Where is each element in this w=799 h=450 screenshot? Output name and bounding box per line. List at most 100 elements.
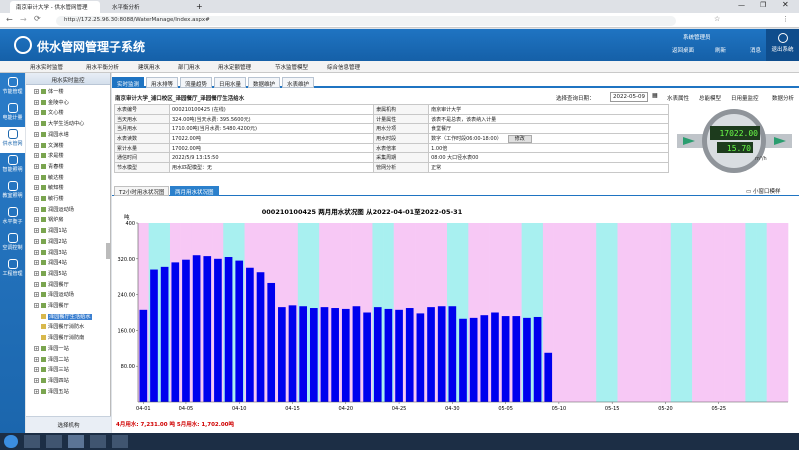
tree-item[interactable]: + 求是楼 (26, 152, 111, 162)
tree-item[interactable]: + 青春楼 (26, 163, 111, 173)
subtab-hourly[interactable]: T2小时用水状况图 (114, 186, 170, 196)
close-window-button[interactable]: ✕ (782, 0, 789, 9)
energy-model-button[interactable]: 总能模型 (699, 94, 721, 102)
expand-icon[interactable]: + (34, 206, 39, 212)
menu-realtime[interactable]: 用水实时监管 (30, 63, 63, 71)
tree-item[interactable]: + 泽园一站 (26, 345, 111, 355)
menu-quota[interactable]: 用水定额管理 (218, 63, 251, 71)
start-button[interactable] (4, 435, 18, 448)
expand-icon[interactable]: + (34, 196, 39, 201)
expand-icon[interactable]: + (34, 131, 39, 137)
expand-icon[interactable]: + (34, 238, 39, 244)
expand-icon[interactable]: + (34, 388, 39, 394)
tab-daily[interactable]: 日用水量 (214, 77, 247, 88)
minimize-button[interactable]: — (738, 1, 745, 9)
taskbar-app-2[interactable] (46, 435, 62, 448)
date-input[interactable]: 2022-05-09 (610, 92, 648, 102)
taskbar-browser[interactable] (68, 435, 84, 448)
data-analysis-button[interactable]: 数据分析 (772, 94, 794, 102)
tree-item[interactable]: + 润园5站 (26, 270, 111, 280)
expand-icon[interactable]: + (34, 217, 39, 223)
tree-item[interactable]: + 体一楼 (26, 88, 111, 98)
tree-item[interactable]: + 润园4站 (26, 259, 111, 269)
tree-item[interactable]: + 敏知楼 (26, 184, 111, 194)
menu-model[interactable]: 节水监管模型 (275, 63, 308, 71)
tree-item[interactable]: + 润园1站 (26, 227, 111, 237)
expand-icon[interactable]: + (34, 89, 39, 94)
tree-item[interactable]: + 润园3站 (26, 249, 111, 259)
nav-classroom[interactable]: 教室照明 (0, 179, 25, 205)
tree-item[interactable]: 泽园餐厅消防水 (26, 323, 111, 333)
nav-aircon[interactable]: 空调控制 (0, 231, 25, 257)
tree-item[interactable]: + 泽园运动场 (26, 291, 111, 301)
browser-menu-icon[interactable]: ⋮ (782, 15, 789, 23)
menu-info[interactable]: 综合信息管理 (327, 63, 360, 71)
tab-ranking[interactable]: 用水排等 (146, 77, 179, 88)
expand-icon[interactable]: + (34, 185, 39, 191)
taskbar-app-1[interactable] (24, 435, 40, 448)
expand-icon[interactable]: + (34, 163, 39, 169)
expand-icon[interactable]: + (34, 121, 39, 127)
tree-item[interactable]: + 泽园四站 (26, 377, 111, 387)
expand-icon[interactable]: + (34, 142, 39, 148)
tree-item[interactable]: + 大学生活动中心 (26, 120, 111, 130)
tree-item[interactable]: + 文心楼 (26, 109, 111, 119)
meter-props-button[interactable]: 水表属性 (667, 94, 689, 102)
expand-icon[interactable]: + (34, 345, 39, 351)
calendar-icon[interactable]: ▦ (652, 92, 658, 99)
expand-icon[interactable]: + (34, 377, 39, 383)
tree-item[interactable]: + 润园水塔 (26, 131, 111, 141)
tree-item[interactable]: + 泽园餐厅 (26, 302, 111, 312)
reload-icon[interactable]: ⟳ (34, 14, 41, 23)
menu-building[interactable]: 建筑用水 (138, 63, 160, 71)
expand-icon[interactable]: + (34, 249, 39, 255)
tab-meter[interactable]: 水表维护 (282, 77, 315, 88)
taskbar-app-4[interactable] (112, 435, 128, 448)
tree-item[interactable]: 泽园餐厅生活给水 (26, 313, 111, 323)
edit-button[interactable]: 修改 (507, 134, 532, 143)
tree-scrollbar[interactable] (106, 243, 110, 259)
mini-window-button[interactable]: ▭ 小窗口模样 (746, 187, 780, 195)
expand-icon[interactable]: + (34, 153, 39, 159)
back-icon[interactable]: ← (6, 15, 13, 24)
tree-item[interactable]: + 泽园二站 (26, 356, 111, 366)
expand-icon[interactable]: + (34, 270, 39, 276)
tree-item[interactable]: + 泽园三站 (26, 366, 111, 376)
tree-item[interactable]: + 泽园五站 (26, 388, 111, 398)
menu-department[interactable]: 部门用水 (178, 63, 200, 71)
browser-tab-second[interactable]: 水平衡分析 (106, 1, 192, 13)
expand-icon[interactable]: + (34, 228, 39, 234)
nav-lighting[interactable]: 智能照明 (0, 153, 25, 179)
tree-item[interactable]: + 润园餐厅 (26, 281, 111, 291)
subtab-two-month[interactable]: 两月用水状况图 (170, 186, 219, 196)
nav-electric[interactable]: 电能计量 (0, 101, 25, 127)
tab-data[interactable]: 数据维护 (248, 77, 281, 88)
expand-icon[interactable]: + (34, 99, 39, 105)
menu-balance[interactable]: 用水平衡分析 (86, 63, 119, 71)
select-org-label[interactable]: 选择机构 (57, 423, 79, 429)
nav-balance[interactable]: 水平衡子 (0, 205, 25, 231)
tree-item[interactable]: + 金陵中心 (26, 99, 111, 109)
tab-trend[interactable]: 流量趋势 (180, 77, 213, 88)
desktop-button[interactable]: 返回桌面 (672, 46, 694, 54)
expand-icon[interactable]: + (34, 174, 39, 180)
taskbar-app-3[interactable] (90, 435, 106, 448)
tree-item[interactable]: + 锅炉房 (26, 216, 111, 226)
tree-item[interactable]: + 文渊楼 (26, 142, 111, 152)
refresh-button[interactable]: 刷新 (715, 46, 726, 54)
new-tab-button[interactable]: + (196, 2, 203, 11)
expand-icon[interactable]: + (34, 281, 39, 287)
logout-button[interactable]: 退出系统 (766, 29, 799, 61)
tree-item[interactable]: + 润园运动场 (26, 206, 111, 216)
daily-monitor-button[interactable]: 日用量监控 (731, 94, 759, 102)
expand-icon[interactable]: + (34, 303, 39, 308)
tree-item[interactable]: + 敏行楼 (26, 195, 111, 205)
nav-water[interactable]: 供水管网 (0, 127, 25, 153)
tree-item[interactable]: + 润园2站 (26, 238, 111, 248)
url-field[interactable]: http://172.25.96.30:8088/WaterManage/Ind… (56, 16, 676, 26)
expand-icon[interactable]: + (34, 260, 39, 266)
tree-item[interactable]: + 敏达楼 (26, 174, 111, 184)
expand-icon[interactable]: + (34, 367, 39, 373)
star-icon[interactable]: ☆ (714, 15, 720, 23)
expand-icon[interactable]: + (34, 292, 39, 298)
